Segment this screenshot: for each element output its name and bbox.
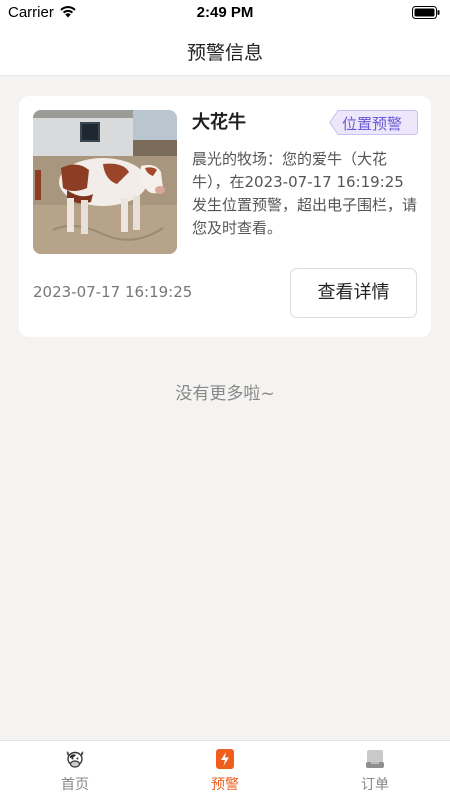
page-title: 预警信息	[186, 42, 263, 64]
nav-bar: 预警信息	[0, 26, 450, 76]
cow-icon	[66, 751, 84, 768]
battery-icon	[412, 6, 440, 19]
cow-photo	[33, 110, 177, 254]
alert-message: 晨光的牧场：您的爱牛（大花牛），在2023-07-17 16:19:25发生位置…	[192, 150, 418, 237]
tab-home[interactable]: 首页	[0, 741, 150, 800]
tab-alerts[interactable]: 预警	[150, 741, 300, 800]
alert-icon	[216, 749, 234, 769]
status-bar: Carrier 2:49 PM	[0, 0, 450, 26]
alert-type-label: 位置预警	[342, 115, 403, 133]
cow-name: 大花牛	[192, 112, 246, 133]
tab-label-home: 首页	[61, 777, 89, 793]
view-details-button[interactable]: 查看详情	[290, 268, 417, 318]
alert-card[interactable]: 大花牛 位置预警 晨光的牧场：您的爱牛（大花牛），在2023-07-17 16:…	[19, 96, 431, 337]
tab-bar: 首页 预警 订单	[0, 740, 450, 800]
alert-type-badge: 位置预警	[329, 110, 418, 135]
alert-timestamp: 2023-07-17 16:19:25	[33, 283, 193, 301]
tab-label-orders: 订单	[361, 777, 389, 793]
status-time: 2:49 PM	[196, 4, 254, 21]
tab-orders[interactable]: 订单	[300, 741, 450, 800]
order-icon	[366, 750, 384, 768]
list-end-message: 没有更多啦~	[175, 384, 275, 404]
tab-label-alerts: 预警	[211, 777, 239, 793]
